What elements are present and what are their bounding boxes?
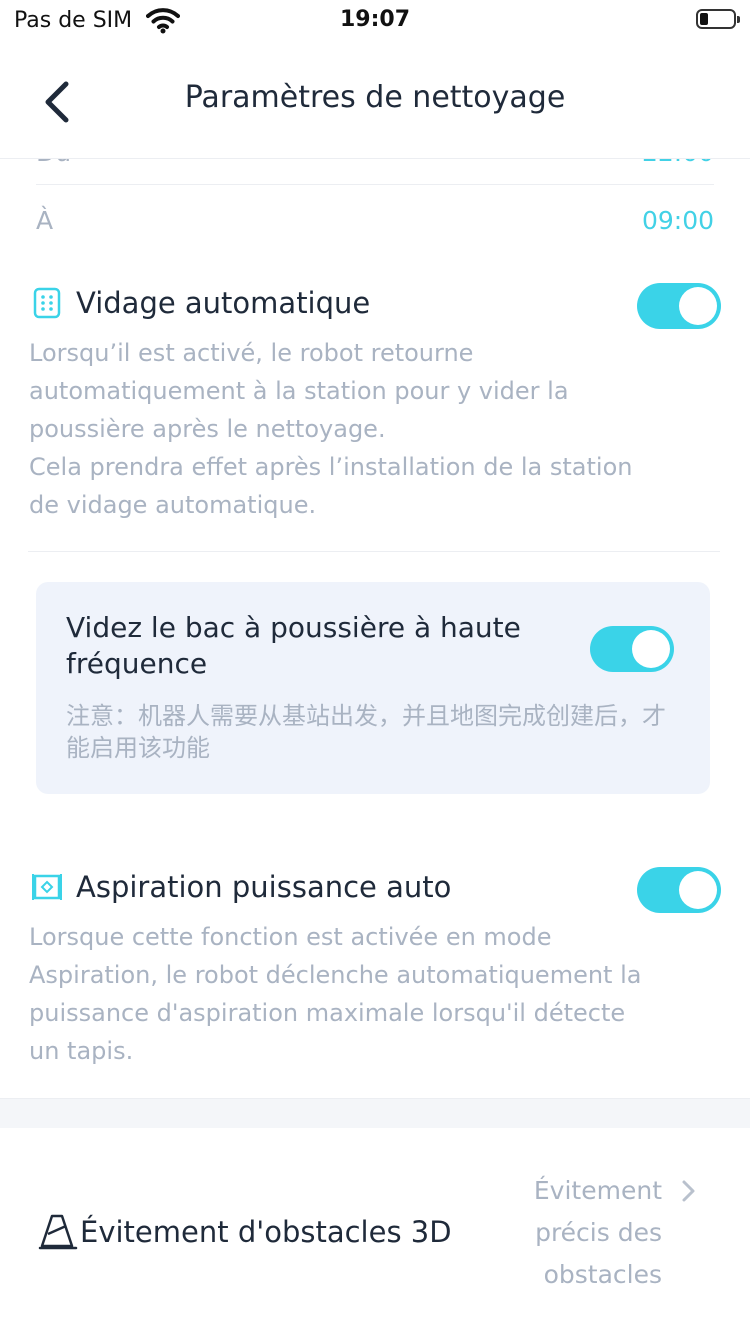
status-bar: Pas de SIM 19:07 [0,0,750,44]
obstacle-value-line: obstacles [543,1260,662,1289]
schedule-to-value[interactable]: 09:00 [642,206,714,235]
dustbin-icon [33,287,61,319]
divider [28,551,720,552]
cone-icon [38,1214,78,1250]
auto-suction-title: Aspiration puissance auto [76,870,452,904]
auto-empty-toggle[interactable] [637,283,721,329]
section-gap [0,1098,750,1129]
desc-line: Lorsque cette fonction est activée en mo… [29,923,552,951]
auto-empty-title: Vidage automatique [76,286,371,320]
auto-suction-title-row: Aspiration puissance auto [30,870,451,904]
obstacle-value: Évitement précis des obstacles [492,1170,662,1296]
schedule-to-row[interactable]: À 09:00 [36,186,714,256]
battery-icon [696,9,740,29]
chevron-right-icon [682,1180,695,1202]
desc-line: Cela prendra effet après l’installation … [29,453,633,481]
obstacle-value-line: Évitement [533,1176,662,1205]
desc-line: un tapis. [29,1037,134,1065]
high-frequency-note: 注意：机器人需要从基站出发，并且地图完成创建后，才能启用该功能 [66,702,666,762]
obstacle-title: Évitement d'obstacles 3D [80,1215,452,1249]
desc-line: automatiquement à la station pour y vide… [29,377,569,405]
desc-line: Aspiration, le robot déclenche automatiq… [29,961,642,989]
auto-empty-description: Lorsqu’il est activé, le robot retourne … [29,334,729,524]
desc-line: puissance d'aspiration maximale lorsqu'i… [29,999,626,1027]
obstacle-title-row: Évitement d'obstacles 3D [38,1212,452,1252]
high-frequency-title: Videz le bac à poussière à haute fréquen… [66,611,521,680]
auto-empty-title-row: Vidage automatique [30,286,370,320]
auto-suction-toggle[interactable] [637,867,721,913]
auto-suction-description: Lorsque cette fonction est activée en mo… [29,918,729,1070]
page-title: Paramètres de nettoyage [184,80,566,115]
high-frequency-card: Videz le bac à poussière à haute fréquen… [36,582,710,794]
obstacle-avoidance-row[interactable]: Évitement d'obstacles 3D Évitement préci… [0,1128,750,1334]
high-frequency-toggle[interactable] [590,626,674,672]
status-time: 19:07 [339,7,411,32]
carpet-icon [32,874,62,900]
obstacle-value-line: précis des [535,1218,662,1247]
desc-line: de vidage automatique. [29,491,317,519]
schedule-to-label: À [36,206,54,235]
navigation-bar: Paramètres de nettoyage [0,44,750,159]
desc-line: poussière après le nettoyage. [29,415,386,443]
desc-line: Lorsqu’il est activé, le robot retourne [29,339,474,367]
